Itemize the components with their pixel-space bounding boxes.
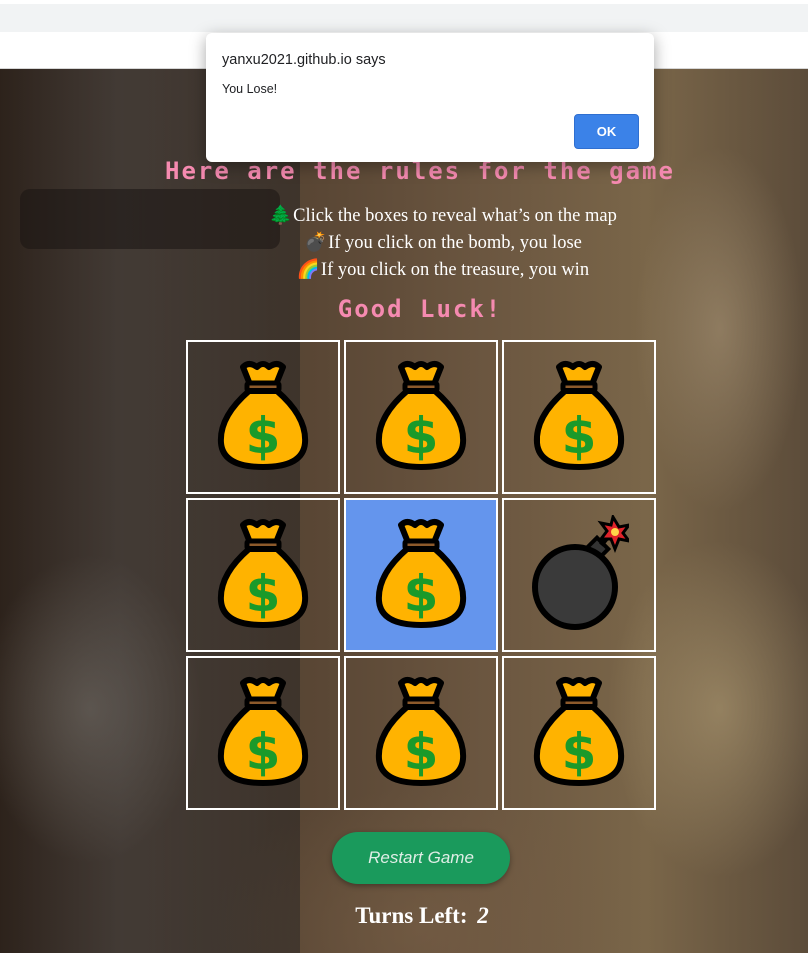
svg-text:$: $	[246, 565, 281, 623]
restart-game-button[interactable]: Restart Game	[332, 832, 510, 884]
good-luck-heading: Good Luck!	[337, 295, 503, 323]
alert-dialog: yanxu2021.github.io says You Lose! OK	[206, 33, 654, 162]
tree-icon: 🌲	[269, 206, 293, 226]
bomb-icon: 💣	[304, 233, 328, 253]
svg-text:$: $	[404, 565, 439, 623]
rules-list: 🌲Click the boxes to reveal what’s on the…	[0, 203, 808, 284]
money-bag-icon: $	[213, 515, 313, 636]
money-bag-icon: $	[213, 357, 313, 478]
rule-text: If you click on the bomb, you lose	[328, 233, 582, 253]
bomb-icon	[529, 512, 633, 636]
money-bag-icon: $	[529, 357, 629, 478]
dialog-message: You Lose!	[222, 82, 278, 96]
game-board: $ $ $ $ $ $ $ $	[186, 340, 658, 812]
rule-line: 🌈If you click on the treasure, you win	[0, 257, 808, 284]
turns-left-label: Turns Left:	[355, 903, 468, 928]
svg-text:$: $	[562, 723, 597, 781]
rainbow-icon: 🌈	[296, 260, 320, 280]
money-bag-icon: $	[371, 357, 471, 478]
svg-text:$: $	[246, 407, 281, 465]
board-cell[interactable]: $	[186, 498, 340, 652]
board-cell[interactable]: $	[186, 656, 340, 810]
rule-text: If you click on the treasure, you win	[320, 260, 590, 280]
money-bag-icon: $	[529, 673, 629, 794]
money-bag-icon: $	[213, 673, 313, 794]
board-cell[interactable]: $	[502, 656, 656, 810]
dialog-ok-button[interactable]: OK	[574, 114, 639, 149]
board-cell[interactable]: $	[186, 340, 340, 494]
svg-text:$: $	[404, 723, 439, 781]
money-bag-icon: $	[371, 515, 471, 636]
game-page: Here are the rules for the game 🌲Click t…	[0, 69, 808, 953]
svg-text:$: $	[562, 407, 597, 465]
turns-left-value: 2	[477, 903, 489, 928]
board-cell[interactable]	[502, 498, 656, 652]
dialog-origin: yanxu2021.github.io says	[222, 52, 386, 68]
turns-left: Turns Left: 2	[0, 903, 808, 929]
board-cell[interactable]: $	[344, 656, 498, 810]
rule-line: 🌲Click the boxes to reveal what’s on the…	[0, 203, 808, 230]
board-cell[interactable]: $	[502, 340, 656, 494]
svg-text:$: $	[246, 723, 281, 781]
browser-tab-bar	[0, 4, 808, 32]
rule-text: Click the boxes to reveal what’s on the …	[293, 206, 617, 226]
board-cell[interactable]: $	[344, 498, 498, 652]
svg-text:$: $	[404, 407, 439, 465]
board-cell[interactable]: $	[344, 340, 498, 494]
money-bag-icon: $	[371, 673, 471, 794]
rule-line: 💣If you click on the bomb, you lose	[0, 230, 808, 257]
